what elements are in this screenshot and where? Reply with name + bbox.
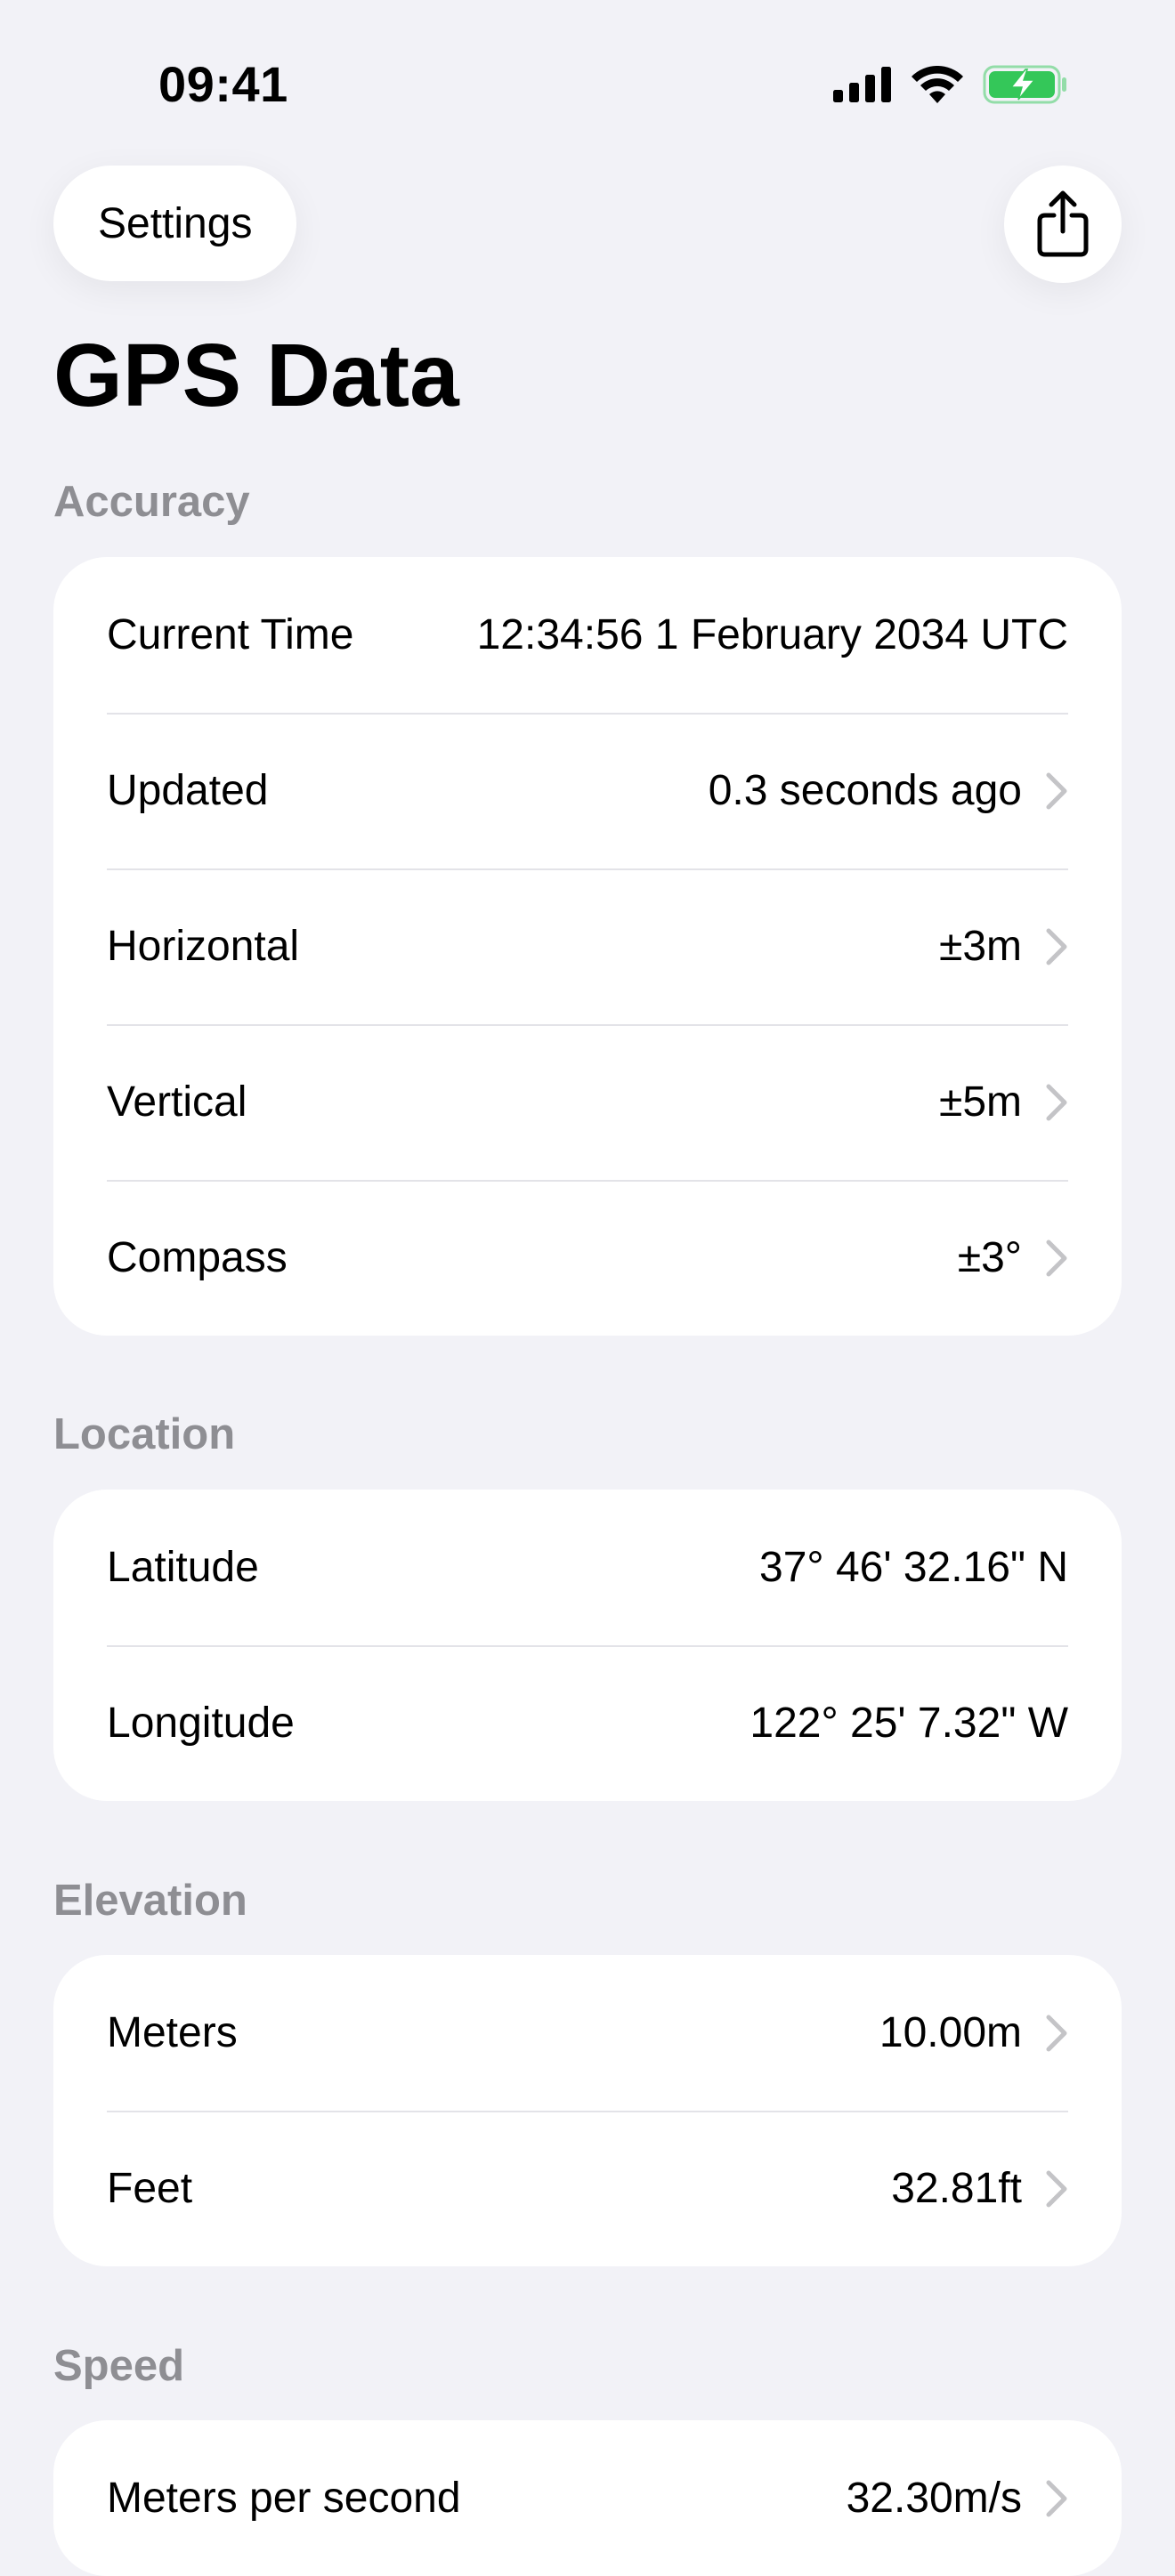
settings-back-label: Settings [98,199,253,247]
share-icon [1037,190,1089,257]
chevron-right-icon [1046,1084,1067,1120]
row-current-time: Current Time 12:34:56 1 February 2034 UT… [53,557,1122,713]
row-value: 0.3 seconds ago [708,767,1022,814]
row-label: Feet [107,2165,193,2212]
chevron-right-icon [1046,2015,1067,2051]
status-icons [833,64,1068,105]
chevron-right-icon [1046,1240,1067,1276]
row-label: Current Time [107,611,354,658]
row-latitude: Latitude 37° 46' 32.16" N [53,1490,1122,1645]
row-meters[interactable]: Meters 10.00m [53,1955,1122,2111]
row-updated[interactable]: Updated 0.3 seconds ago [53,713,1122,868]
share-button[interactable] [1004,166,1122,283]
row-label: Meters per second [107,2475,461,2522]
row-value: ±5m [938,1078,1022,1126]
row-value: 10.00m [879,2009,1022,2056]
row-compass[interactable]: Compass ±3° [53,1180,1122,1336]
battery-charging-icon [983,65,1066,104]
row-value: 32.81ft [891,2165,1022,2212]
accuracy-card: Current Time 12:34:56 1 February 2034 UT… [53,557,1122,1336]
row-value: ±3m [938,923,1022,970]
settings-back-button[interactable]: Settings [53,166,297,281]
section-header-accuracy: Accuracy [53,478,250,526]
row-label: Latitude [107,1544,259,1591]
row-label: Horizontal [107,923,300,970]
row-value: 32.30m/s [846,2475,1022,2522]
row-vertical[interactable]: Vertical ±5m [53,1024,1122,1180]
row-label: Vertical [107,1078,247,1126]
row-label: Updated [107,767,269,814]
row-label: Longitude [107,1700,295,1747]
chevron-right-icon [1046,928,1067,965]
row-value: ±3° [957,1234,1022,1281]
row-meters-per-second[interactable]: Meters per second 32.30m/s [53,2420,1122,2576]
row-feet[interactable]: Feet 32.81ft [53,2111,1122,2266]
section-header-elevation: Elevation [53,1877,247,1925]
section-header-speed: Speed [53,2342,185,2390]
row-value: 37° 46' 32.16" N [759,1544,1068,1591]
wifi-icon [912,66,963,103]
chevron-right-icon [1046,2480,1067,2516]
cellular-signal-icon [833,67,891,102]
location-card: Latitude 37° 46' 32.16" N Longitude 122°… [53,1490,1122,1801]
section-header-location: Location [53,1410,236,1458]
row-label: Meters [107,2009,238,2056]
status-time: 09:41 [158,56,288,112]
row-value: 12:34:56 1 February 2034 UTC [476,611,1068,658]
status-bar: 09:41 [0,0,1175,169]
row-horizontal[interactable]: Horizontal ±3m [53,868,1122,1024]
speed-card: Meters per second 32.30m/s [53,2420,1122,2576]
row-value: 122° 25' 7.32" W [750,1700,1068,1747]
elevation-card: Meters 10.00m Feet 32.81ft [53,1955,1122,2266]
chevron-right-icon [1046,772,1067,809]
row-label: Compass [107,1234,288,1281]
row-longitude: Longitude 122° 25' 7.32" W [53,1645,1122,1801]
chevron-right-icon [1046,2170,1067,2207]
page-title: GPS Data [53,326,459,425]
